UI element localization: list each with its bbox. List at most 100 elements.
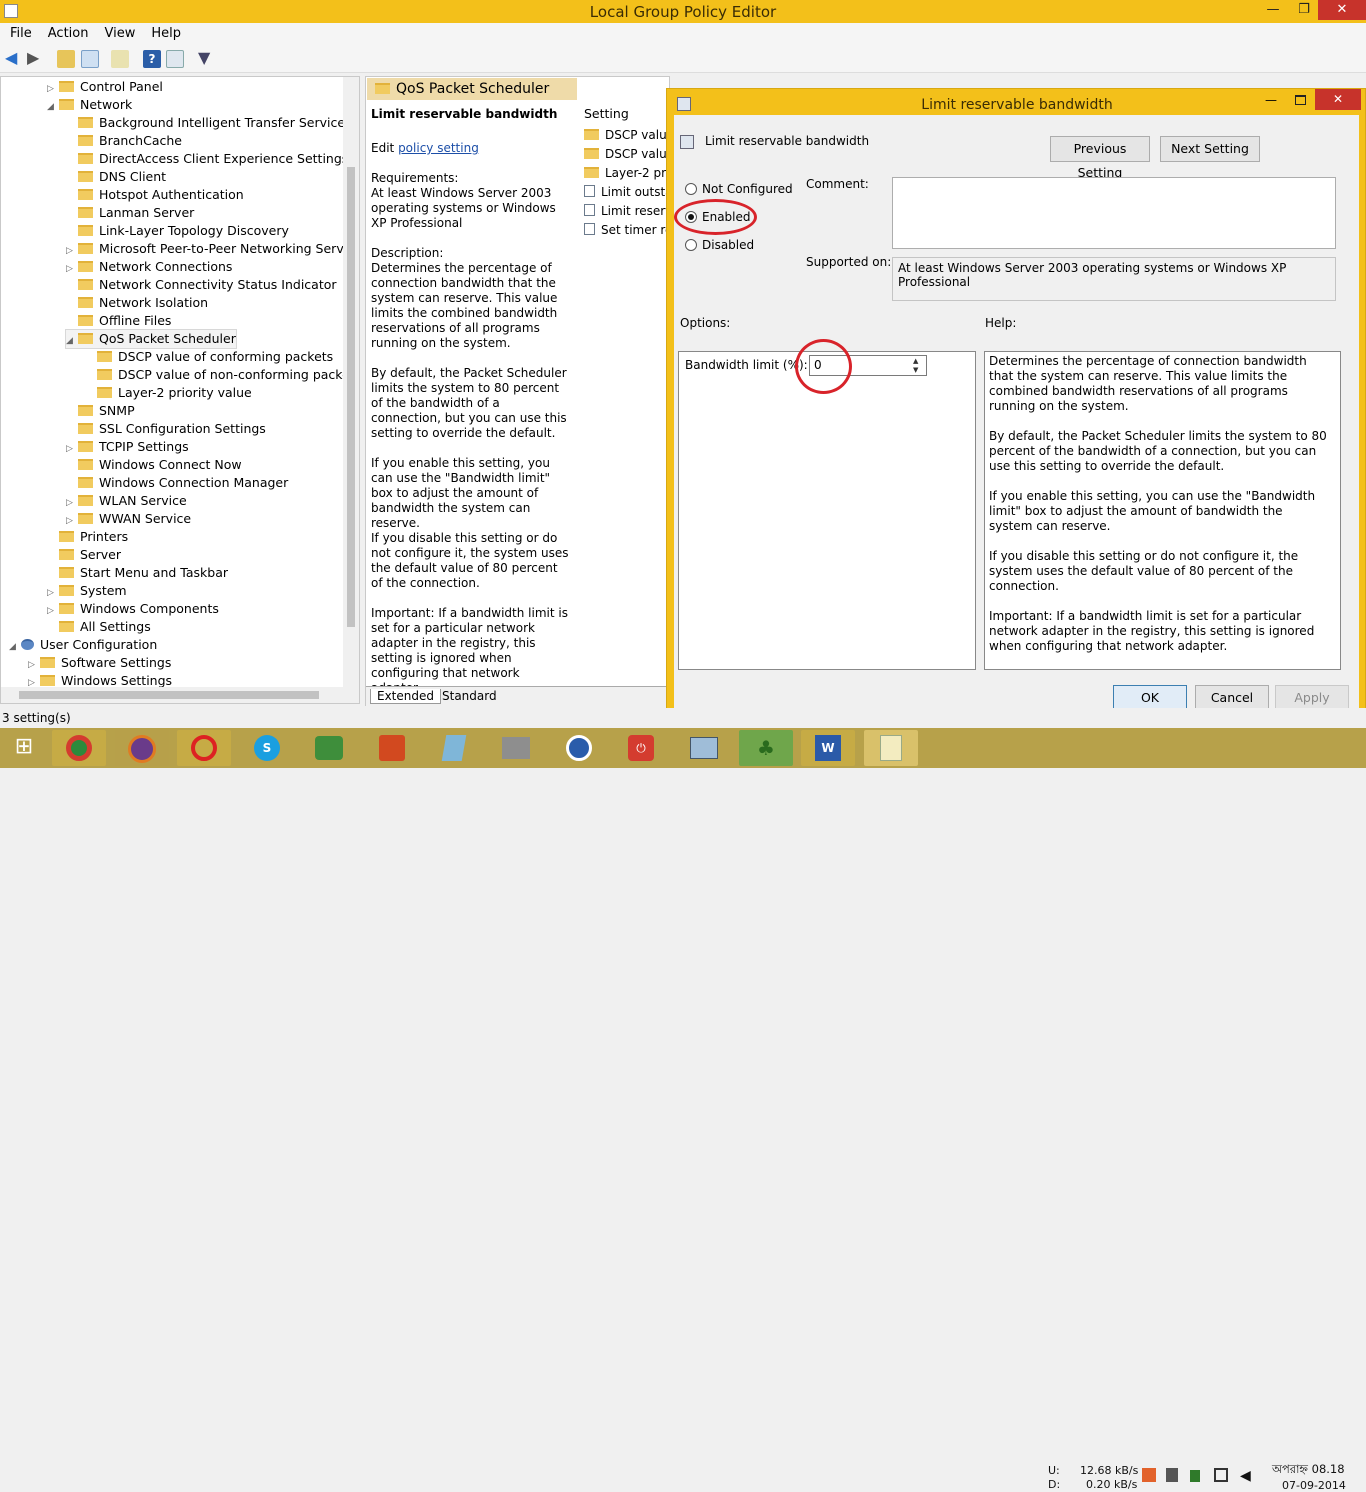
uc-browser-icon[interactable]	[552, 730, 606, 766]
network-tray-icon[interactable]	[1214, 1468, 1228, 1482]
power-app-icon[interactable]: ⏻	[614, 730, 668, 766]
firewall-icon[interactable]	[489, 730, 543, 766]
spinner-down-arrow[interactable]: ▼	[913, 366, 918, 374]
disabled-label[interactable]: Disabled	[702, 238, 754, 252]
setting-column-header[interactable]: Setting	[584, 106, 629, 121]
menu-view[interactable]: View	[94, 23, 141, 41]
avro-icon[interactable]	[365, 730, 419, 766]
tree-item[interactable]: ▷ WWAN Service	[66, 510, 191, 528]
tray-time[interactable]: অপরাহ্ন 08.18	[1272, 1461, 1345, 1480]
group-policy-task-icon[interactable]	[864, 730, 918, 766]
export-icon[interactable]	[111, 50, 129, 68]
back-icon[interactable]: ◀	[5, 50, 23, 68]
tree-item[interactable]: Lanman Server	[66, 204, 194, 222]
setting-list-item[interactable]: Layer-2 priority value	[584, 166, 669, 180]
chrome-icon[interactable]	[52, 730, 106, 766]
dialog-minimize-button[interactable]: —	[1265, 93, 1277, 107]
not-configured-label[interactable]: Not Configured	[702, 182, 793, 196]
tree-item[interactable]: SSL Configuration Settings	[66, 420, 266, 438]
tree-item[interactable]: Layer-2 priority value	[85, 384, 252, 402]
dialog-close-button[interactable]: ✕	[1315, 89, 1361, 110]
tab-extended[interactable]: Extended	[370, 689, 441, 704]
skype-icon[interactable]: S	[240, 730, 294, 766]
tree-hscrollbar[interactable]	[1, 687, 359, 703]
tree-item[interactable]: ▷ Network Connections	[66, 258, 232, 276]
tree-item[interactable]: ◢ QoS Packet Scheduler	[65, 329, 237, 350]
tree-item[interactable]: ◢ User Configuration	[9, 636, 157, 654]
tree-item[interactable]: BranchCache	[66, 132, 182, 150]
help-icon[interactable]: ?	[143, 50, 161, 68]
performance-monitor-icon[interactable]	[677, 730, 731, 766]
tree-item[interactable]: Network Connectivity Status Indicator	[66, 276, 337, 294]
tree-item[interactable]: Server	[47, 546, 121, 564]
tree-item[interactable]: Link-Layer Topology Discovery	[66, 222, 289, 240]
usb-tray-icon[interactable]	[1190, 1470, 1200, 1482]
previous-setting-button[interactable]: Previous Setting	[1050, 136, 1150, 180]
volume-tray-icon[interactable]: ◀	[1240, 1468, 1251, 1484]
next-setting-button[interactable]: Next Setting	[1160, 136, 1260, 162]
tree-item[interactable]: Background Intelligent Transfer Service …	[66, 114, 359, 132]
setting-list-item[interactable]: Limit reservable bandwidth	[584, 204, 669, 218]
tree-item[interactable]: ▷ Microsoft Peer-to-Peer Networking Servi…	[66, 240, 359, 258]
forward-icon[interactable]: ▶	[27, 50, 45, 68]
tree-scrollbar[interactable]	[343, 77, 359, 687]
tree-item[interactable]: Windows Connect Now	[66, 456, 242, 474]
tree-item[interactable]: ▷ WLAN Service	[66, 492, 187, 510]
tree-item[interactable]: Hotspot Authentication	[66, 186, 244, 204]
folder-icon	[78, 171, 93, 182]
tree-item[interactable]: DNS Client	[66, 168, 166, 186]
setting-list-item[interactable]: Limit outstanding packets	[584, 185, 669, 199]
not-configured-radio[interactable]	[685, 183, 697, 195]
menu-help[interactable]: Help	[141, 23, 187, 41]
spinner-up-arrow[interactable]: ▲	[913, 357, 918, 365]
close-button[interactable]: ✕	[1318, 0, 1366, 20]
tree-item[interactable]: Network Isolation	[66, 294, 208, 312]
tab-standard[interactable]: Standard	[436, 689, 503, 703]
tree-item[interactable]: SNMP	[66, 402, 135, 420]
expand-arrow-icon[interactable]: ◢	[9, 638, 21, 656]
tree-item[interactable]: DSCP value of conforming packets	[85, 348, 333, 366]
menu-action[interactable]: Action	[38, 23, 95, 41]
flag-tray-icon[interactable]	[1166, 1468, 1178, 1482]
restore-button[interactable]: ❐	[1290, 0, 1318, 20]
expand-arrow-icon[interactable]: ◢	[66, 332, 78, 350]
setting-list-item[interactable]: DSCP value of conforming packets	[584, 128, 669, 142]
tree-item[interactable]: DSCP value of non-conforming packets	[85, 366, 359, 384]
setting-list-item[interactable]: DSCP value of non-conforming packets	[584, 147, 669, 161]
show-tree-icon[interactable]	[81, 50, 99, 68]
idm-icon[interactable]	[302, 730, 356, 766]
tree-item[interactable]: ◢ Network	[47, 96, 132, 114]
word-icon[interactable]: W	[801, 730, 855, 766]
edit-policy-link[interactable]: policy setting	[398, 141, 479, 155]
properties-icon[interactable]	[166, 50, 184, 68]
tree-item[interactable]: ▷ TCPIP Settings	[66, 438, 189, 456]
tree-item[interactable]: Start Menu and Taskbar	[47, 564, 228, 582]
comment-field[interactable]	[892, 177, 1336, 249]
tree-item[interactable]: DirectAccess Client Experience Settings	[66, 150, 348, 168]
tree-item[interactable]: ▷ Software Settings	[28, 654, 171, 672]
notepad-app-icon[interactable]	[427, 730, 481, 766]
tree-item[interactable]: Windows Connection Manager	[66, 474, 288, 492]
menu-file[interactable]: File	[0, 23, 38, 41]
disabled-radio[interactable]	[685, 239, 697, 251]
tree-item[interactable]: ▷ Control Panel	[47, 78, 163, 96]
tree-item[interactable]: Printers	[47, 528, 128, 546]
tray-date[interactable]: 07-09-2014	[1282, 1479, 1346, 1492]
tree-item[interactable]: All Settings	[47, 618, 151, 636]
block-app-icon[interactable]	[177, 730, 231, 766]
dialog-maximize-button[interactable]	[1295, 95, 1306, 105]
solitaire-icon[interactable]: ♣	[739, 730, 793, 766]
firefox-icon[interactable]	[115, 730, 169, 766]
tree-item[interactable]: ▷ Windows Components	[47, 600, 219, 618]
tree-item-label: DirectAccess Client Experience Settings	[99, 151, 349, 166]
filter-icon[interactable]: ▼	[198, 50, 216, 68]
help-scrollbar[interactable]	[1342, 351, 1356, 670]
minimize-button[interactable]: —	[1258, 0, 1288, 20]
setting-list-item[interactable]: Set timer resolution	[584, 223, 669, 237]
tree-item[interactable]: ▷ System	[47, 582, 127, 600]
start-button[interactable]: ⊞	[4, 730, 44, 766]
up-folder-icon[interactable]	[57, 50, 75, 68]
tree-item[interactable]: Offline Files	[66, 312, 171, 330]
ie-tray-icon[interactable]	[1142, 1468, 1156, 1482]
expand-arrow-icon[interactable]: ◢	[47, 98, 59, 116]
